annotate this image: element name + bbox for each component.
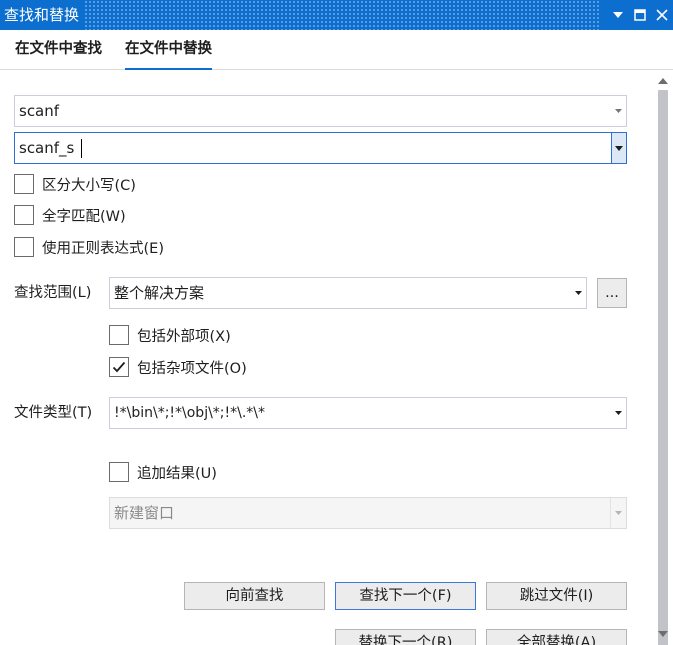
whole-word-checkbox[interactable]: 全字匹配(W) (14, 204, 126, 226)
chevron-down-icon[interactable] (610, 96, 626, 126)
close-icon[interactable] (651, 0, 673, 30)
file-types-label: 文件类型(T) (14, 405, 93, 421)
tab-find-in-files[interactable]: 在文件中查找 (15, 30, 102, 70)
checkbox-box[interactable] (14, 237, 34, 257)
regex-checkbox[interactable]: 使用正则表达式(E) (14, 236, 164, 258)
look-in-label: 查找范围(L) (14, 285, 92, 301)
find-what-value: scanf (19, 102, 60, 120)
chevron-down-icon[interactable] (610, 398, 626, 428)
browse-folders-button[interactable]: ... (597, 278, 627, 308)
find-previous-button[interactable]: 向前查找 (184, 582, 325, 610)
file-types-value: !*\bin\*;!*\obj\*;!*\.*\* (114, 405, 266, 421)
vertical-scrollbar[interactable] (656, 74, 670, 645)
replace-all-button[interactable]: 全部替换(A) (486, 629, 627, 645)
find-replace-dialog: 查找和替换 在文件中查找 在文件中替换 scanf scanf_s 区分大小写(… (0, 0, 673, 645)
include-external-checkbox[interactable]: 包括外部项(X) (109, 324, 231, 346)
include-misc-checkbox[interactable]: 包括杂项文件(O) (109, 356, 247, 378)
chevron-down-icon[interactable] (611, 133, 626, 163)
whole-word-label: 全字匹配(W) (42, 208, 126, 225)
tab-replace-in-files[interactable]: 在文件中替换 (125, 30, 212, 70)
checkbox-box[interactable] (109, 357, 129, 377)
skip-file-button[interactable]: 跳过文件(I) (486, 582, 627, 610)
look-in-combobox[interactable]: 整个解决方案 (109, 277, 587, 309)
title-bar[interactable]: 查找和替换 (0, 0, 673, 30)
include-external-label: 包括外部项(X) (137, 328, 231, 345)
tab-strip: 在文件中查找 在文件中替换 (0, 30, 673, 70)
chevron-down-icon[interactable] (656, 627, 670, 641)
file-types-combobox[interactable]: !*\bin\*;!*\obj\*;!*\.*\* (109, 397, 627, 429)
look-in-value: 整个解决方案 (114, 284, 205, 302)
regex-label: 使用正则表达式(E) (42, 240, 164, 257)
match-case-checkbox[interactable]: 区分大小写(C) (14, 173, 136, 195)
match-case-label: 区分大小写(C) (42, 177, 136, 194)
window-title: 查找和替换 (0, 0, 86, 30)
window-controls (601, 0, 673, 30)
output-target-combobox: 新建窗口 (109, 497, 627, 529)
checkbox-box[interactable] (109, 325, 129, 345)
chevron-up-icon[interactable] (656, 74, 670, 88)
include-misc-label: 包括杂项文件(O) (137, 360, 247, 377)
checkbox-box[interactable] (14, 205, 34, 225)
chevron-down-icon[interactable] (570, 278, 586, 308)
maximize-icon[interactable] (629, 0, 651, 30)
dropdown-icon[interactable] (607, 0, 629, 30)
replace-next-button[interactable]: 替换下一个(R) (335, 629, 476, 645)
find-next-button[interactable]: 查找下一个(F) (335, 582, 476, 610)
chevron-down-icon (610, 498, 626, 528)
output-target-value: 新建窗口 (114, 504, 175, 522)
replace-with-combobox[interactable]: scanf_s (14, 132, 627, 164)
replace-with-value: scanf_s (19, 139, 75, 157)
checkbox-box[interactable] (109, 462, 129, 482)
scrollbar-thumb[interactable] (658, 90, 668, 645)
checkmark-icon (112, 361, 126, 373)
find-what-combobox[interactable]: scanf (14, 95, 627, 127)
checkbox-box[interactable] (14, 174, 34, 194)
append-results-label: 追加结果(U) (137, 465, 217, 482)
text-caret (81, 139, 82, 158)
append-results-checkbox[interactable]: 追加结果(U) (109, 461, 217, 483)
